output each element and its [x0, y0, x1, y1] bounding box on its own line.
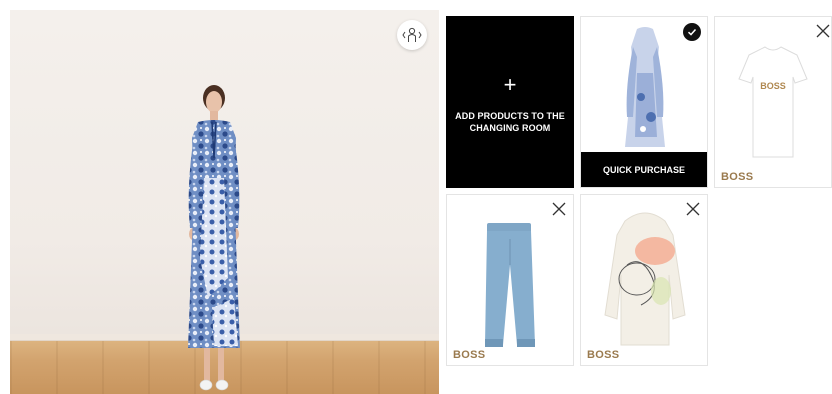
close-icon[interactable]	[551, 201, 567, 217]
model-figure	[188, 85, 240, 391]
product-card-trousers[interactable]: BOSS	[446, 194, 574, 366]
rotate-360-icon	[402, 27, 422, 42]
product-card-hoodie[interactable]: BOSS	[580, 194, 708, 366]
check-icon	[687, 28, 697, 36]
model-viewer	[10, 10, 439, 394]
product-brand: BOSS	[587, 349, 620, 361]
add-products-button[interactable]: + ADD PRODUCTS TO THE CHANGING ROOM	[446, 16, 574, 188]
plus-icon: +	[503, 72, 517, 97]
quick-purchase-button[interactable]: QUICK PURCHASE	[581, 152, 707, 187]
close-icon[interactable]	[685, 201, 701, 217]
rotate-view-button[interactable]	[397, 20, 427, 50]
product-image-tshirt: BOSS	[738, 46, 808, 158]
selected-badge	[683, 23, 701, 41]
svg-text:BOSS: BOSS	[760, 81, 786, 91]
add-products-label: ADD PRODUCTS TO THE CHANGING ROOM	[455, 111, 565, 133]
product-image-trousers	[485, 223, 535, 347]
product-card-tshirt[interactable]: BOSS BOSS	[714, 16, 832, 188]
product-card-dress[interactable]: QUICK PURCHASE	[580, 16, 708, 188]
close-icon[interactable]	[815, 23, 831, 39]
product-brand: BOSS	[721, 171, 754, 183]
product-image-hoodie	[604, 212, 686, 346]
product-brand: BOSS	[453, 349, 486, 361]
